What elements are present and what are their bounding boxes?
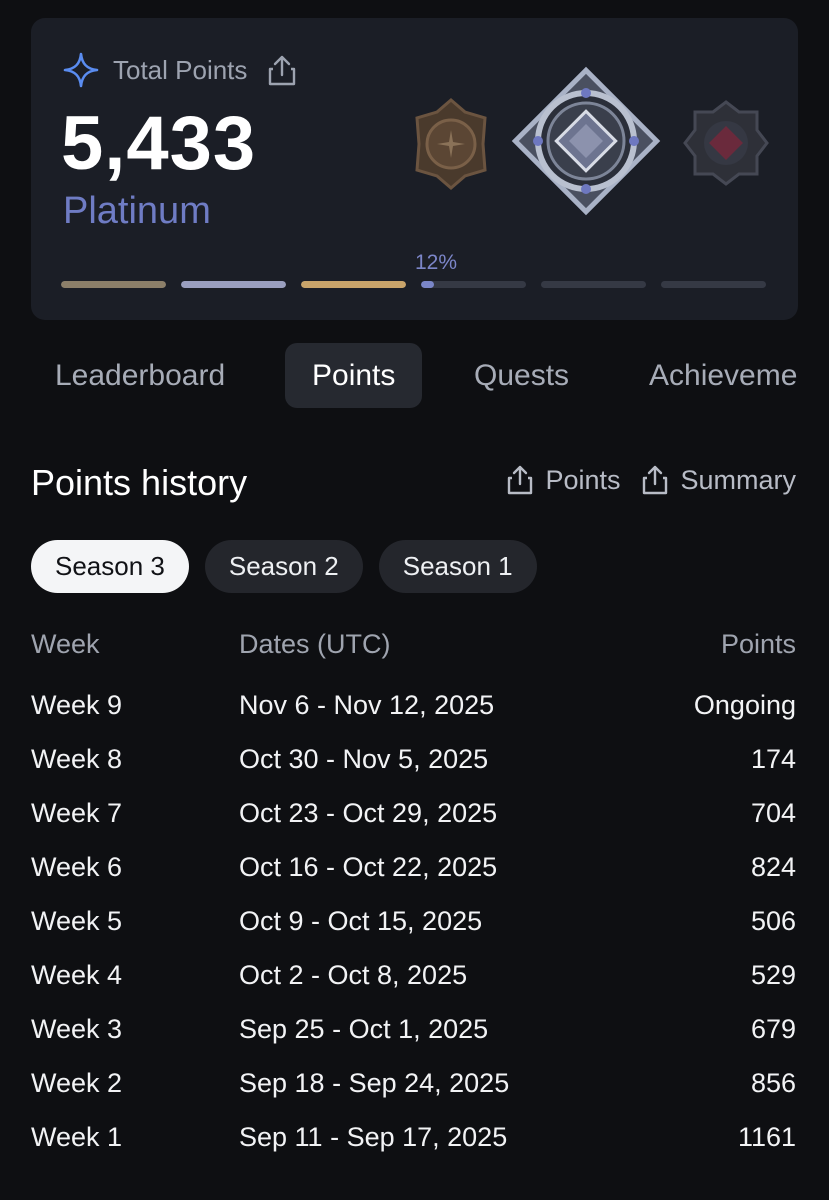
total-points-label: Total Points [113, 54, 248, 85]
export-points-button[interactable]: Points [505, 464, 620, 496]
week-cell: Week 4 [31, 959, 123, 990]
table-row: Week 6 Oct 16 - Oct 22, 2025 824 [31, 840, 796, 894]
export-summary-button[interactable]: Summary [640, 464, 796, 496]
export-points-label: Points [545, 464, 621, 495]
table-row: Week 9 Nov 6 - Nov 12, 2025 Ongoing [31, 678, 796, 732]
week-cell: Week 8 [31, 743, 123, 774]
dates-cell: Oct 2 - Oct 8, 2025 [239, 959, 468, 990]
week-cell: Week 5 [31, 905, 123, 936]
points-cell: 529 [750, 959, 796, 990]
table-row: Week 4 Oct 2 - Oct 8, 2025 529 [31, 948, 796, 1002]
sparkle-icon [63, 52, 99, 88]
week-cell: Week 7 [31, 797, 123, 828]
season-3-chip[interactable]: Season 3 [31, 540, 189, 593]
share-icon [643, 465, 668, 495]
tier-segment [61, 281, 166, 288]
table-row: Week 3 Sep 25 - Oct 1, 2025 679 [31, 1002, 796, 1056]
column-header-points: Points [720, 628, 796, 659]
column-header-week: Week [31, 628, 100, 659]
tier-progress-bar [61, 281, 767, 289]
tab-quests[interactable]: Quests [447, 343, 596, 408]
table-row: Week 2 Sep 18 - Sep 24, 2025 856 [31, 1056, 796, 1110]
points-cell: 856 [750, 1067, 796, 1098]
share-icon[interactable] [265, 53, 299, 87]
next-tier-badge [683, 100, 769, 186]
points-cell: 506 [750, 905, 796, 936]
points-cell: 174 [750, 743, 796, 774]
week-cell: Week 2 [31, 1067, 123, 1098]
points-cell: Ongoing [693, 689, 796, 720]
dates-cell: Sep 25 - Oct 1, 2025 [239, 1013, 489, 1044]
tier-name: Platinum [63, 190, 211, 232]
week-cell: Week 3 [31, 1013, 123, 1044]
export-summary-label: Summary [680, 464, 796, 495]
week-cell: Week 6 [31, 851, 123, 882]
platinum-badge [511, 66, 661, 216]
tier-segment [541, 281, 646, 288]
export-actions: Points Summary [485, 464, 796, 496]
week-cell: Week 9 [31, 689, 123, 720]
dates-cell: Sep 11 - Sep 17, 2025 [239, 1121, 508, 1152]
table-row: Week 8 Oct 30 - Nov 5, 2025 174 [31, 732, 796, 786]
table-row: Week 5 Oct 9 - Oct 15, 2025 506 [31, 894, 796, 948]
tab-points[interactable]: Points [285, 343, 423, 408]
tier-badges [411, 66, 771, 226]
tier-segment [181, 281, 286, 288]
week-cell: Week 1 [31, 1121, 123, 1152]
tier-segment [421, 281, 526, 288]
total-points-value: 5,433 [61, 101, 257, 186]
table-row: Week 7 Oct 23 - Oct 29, 2025 704 [31, 786, 796, 840]
table-row: Week 1 Sep 11 - Sep 17, 2025 1161 [31, 1110, 796, 1164]
total-points-header: Total Points [63, 52, 299, 88]
tab-achievements[interactable]: Achieveme [622, 343, 803, 408]
tier-segment [661, 281, 766, 288]
column-header-dates: Dates (UTC) [239, 628, 391, 659]
points-history-table: Week Dates (UTC) Points Week 9 Nov 6 - N… [31, 618, 796, 1164]
season-2-chip[interactable]: Season 2 [204, 540, 363, 593]
total-points-card: Total Points 5,433 Platinum 12% [31, 18, 798, 320]
tab-bar: Leaderboard Points Quests Achieveme [31, 343, 803, 409]
table-body: Week 9 Nov 6 - Nov 12, 2025 Ongoing Week… [31, 678, 796, 1164]
share-icon [508, 465, 533, 495]
season-filter: Season 3 Season 2 Season 1 [31, 540, 553, 593]
tier-progress-percent: 12% [415, 251, 458, 274]
dates-cell: Sep 18 - Sep 24, 2025 [239, 1067, 510, 1098]
dates-cell: Oct 23 - Oct 29, 2025 [239, 797, 498, 828]
points-history-title: Points history [31, 462, 248, 503]
points-cell: 824 [750, 851, 796, 882]
previous-tier-badge [415, 98, 487, 190]
tier-segment [301, 281, 406, 288]
dates-cell: Nov 6 - Nov 12, 2025 [239, 689, 495, 720]
tab-leaderboard[interactable]: Leaderboard [31, 343, 252, 408]
dates-cell: Oct 30 - Nov 5, 2025 [239, 743, 489, 774]
points-cell: 679 [750, 1013, 796, 1044]
dates-cell: Oct 16 - Oct 22, 2025 [239, 851, 498, 882]
table-header: Week Dates (UTC) Points [31, 618, 796, 670]
points-cell: 704 [750, 797, 796, 828]
season-1-chip[interactable]: Season 1 [378, 540, 537, 593]
dates-cell: Oct 9 - Oct 15, 2025 [239, 905, 483, 936]
points-cell: 1161 [737, 1121, 796, 1152]
